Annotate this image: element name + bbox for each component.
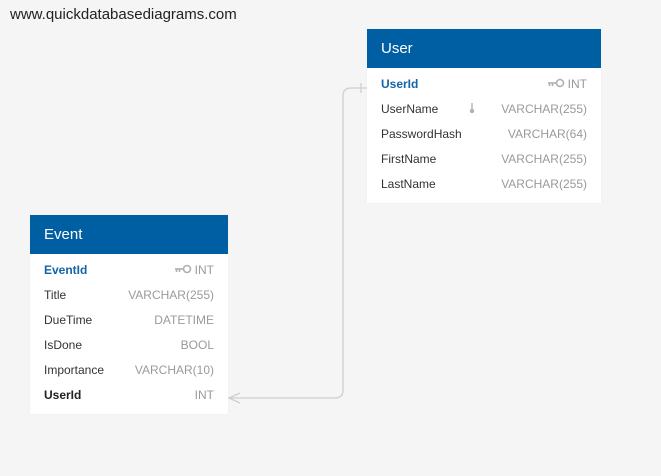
field-name: Title <box>44 288 67 302</box>
field-name: LastName <box>381 177 436 191</box>
field-type: VARCHAR(255) <box>501 102 587 116</box>
table-header[interactable]: User <box>367 29 601 68</box>
table-event[interactable]: Event EventId INT Title VARCHAR(255) Due… <box>30 215 228 414</box>
primary-key-icon <box>175 264 192 274</box>
watermark: www.quickdatabasediagrams.com <box>10 6 237 23</box>
field-name: EventId <box>44 263 88 277</box>
field-row[interactable]: FirstName VARCHAR(255) <box>367 147 601 172</box>
field-type: INT <box>567 77 587 91</box>
field-name: PasswordHash <box>381 127 462 141</box>
field-row[interactable]: Title VARCHAR(255) <box>30 283 228 308</box>
field-row[interactable]: DueTime DATETIME <box>30 308 228 333</box>
field-name: UserId <box>44 388 82 402</box>
field-name: Importance <box>44 363 105 377</box>
field-type: VARCHAR(64) <box>507 127 587 141</box>
table-user[interactable]: User UserId INT UserName VARCHAR(255) Pa… <box>367 29 601 203</box>
field-type: VARCHAR(255) <box>128 288 214 302</box>
index-icon <box>469 103 475 114</box>
table-header[interactable]: Event <box>30 215 228 254</box>
field-name: FirstName <box>381 152 437 166</box>
field-type: DATETIME <box>154 313 214 327</box>
many-marker <box>227 392 241 404</box>
field-type: VARCHAR(255) <box>501 177 587 191</box>
field-type: INT <box>194 263 214 277</box>
field-row[interactable]: Importance VARCHAR(10) <box>30 358 228 383</box>
field-row[interactable]: IsDone BOOL <box>30 333 228 358</box>
field-row[interactable]: UserId INT <box>367 72 601 97</box>
field-row[interactable]: UserId INT <box>30 383 228 408</box>
primary-key-icon <box>548 78 565 88</box>
field-name: UserId <box>381 77 419 91</box>
field-name: UserName <box>381 102 439 116</box>
field-row[interactable]: LastName VARCHAR(255) <box>367 172 601 197</box>
relationship-event-user <box>229 87 367 399</box>
field-row[interactable]: UserName VARCHAR(255) <box>367 97 601 122</box>
field-name: IsDone <box>44 338 83 352</box>
field-type: INT <box>194 388 214 402</box>
field-type: BOOL <box>180 338 214 352</box>
field-row[interactable]: EventId INT <box>30 258 228 283</box>
field-type: VARCHAR(255) <box>501 152 587 166</box>
field-row[interactable]: PasswordHash VARCHAR(64) <box>367 122 601 147</box>
field-type: VARCHAR(10) <box>134 363 214 377</box>
field-name: DueTime <box>44 313 93 327</box>
